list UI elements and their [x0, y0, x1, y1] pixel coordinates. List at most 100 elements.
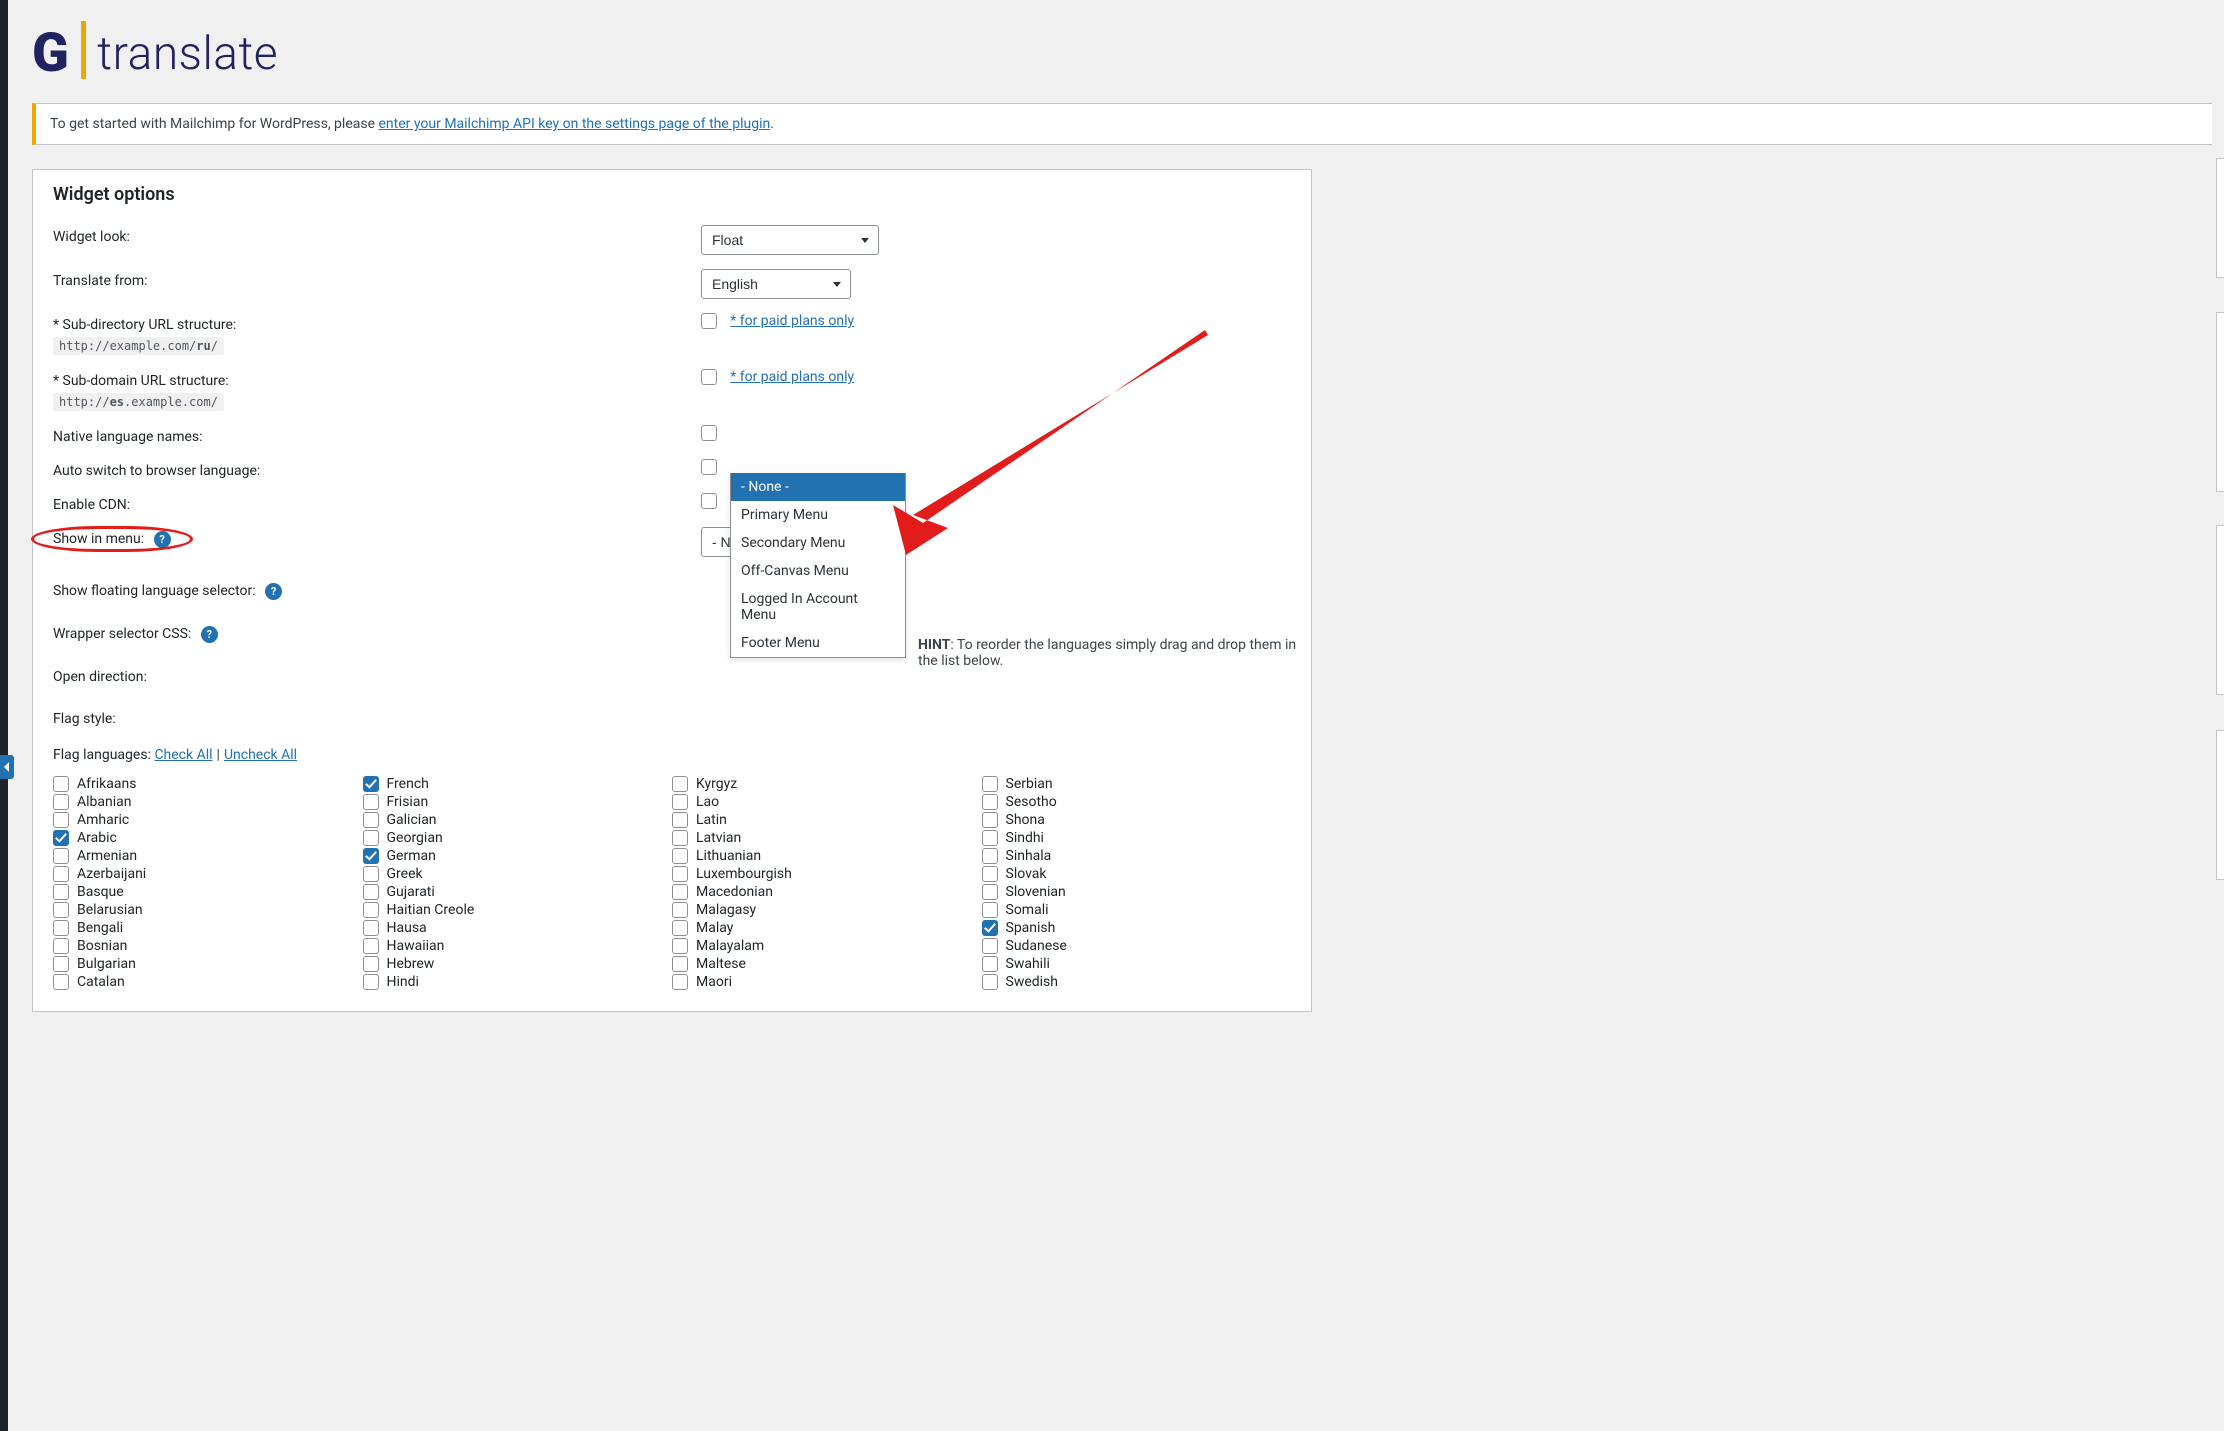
language-checkbox[interactable] [982, 974, 998, 990]
notice-settings-link[interactable]: enter your Mailchimp API key on the sett… [379, 116, 771, 132]
help-icon[interactable]: ? [201, 626, 218, 643]
language-checkbox[interactable] [672, 938, 688, 954]
language-checkbox[interactable] [363, 776, 379, 792]
language-checkbox[interactable] [53, 902, 69, 918]
language-checkbox[interactable] [982, 884, 998, 900]
link-check-all[interactable]: Check All [154, 747, 212, 763]
language-item[interactable]: Sesotho [982, 793, 1292, 811]
language-checkbox[interactable] [53, 956, 69, 972]
menu-option[interactable]: Primary Menu [731, 501, 905, 529]
language-item[interactable]: Slovak [982, 865, 1292, 883]
language-checkbox[interactable] [363, 884, 379, 900]
language-item[interactable]: Haitian Creole [363, 901, 673, 919]
language-item[interactable]: Spanish [982, 919, 1292, 937]
help-icon[interactable]: ? [154, 531, 171, 548]
menu-option[interactable]: Secondary Menu [731, 529, 905, 557]
language-item[interactable]: Catalan [53, 973, 363, 991]
language-item[interactable]: Bengali [53, 919, 363, 937]
language-checkbox[interactable] [982, 848, 998, 864]
language-checkbox[interactable] [672, 884, 688, 900]
language-checkbox[interactable] [982, 830, 998, 846]
language-checkbox[interactable] [363, 902, 379, 918]
language-checkbox[interactable] [363, 830, 379, 846]
language-item[interactable]: Belarusian [53, 901, 363, 919]
language-item[interactable]: Lao [672, 793, 982, 811]
menu-option[interactable]: - None - [731, 473, 905, 501]
menu-option[interactable]: Logged In Account Menu [731, 585, 905, 629]
language-item[interactable]: Greek [363, 865, 673, 883]
language-item[interactable]: Latvian [672, 829, 982, 847]
language-checkbox[interactable] [53, 830, 69, 846]
checkbox-subdir[interactable] [701, 313, 717, 329]
link-uncheck-all[interactable]: Uncheck All [224, 747, 297, 763]
language-checkbox[interactable] [672, 848, 688, 864]
language-checkbox[interactable] [363, 974, 379, 990]
language-checkbox[interactable] [672, 830, 688, 846]
language-checkbox[interactable] [982, 902, 998, 918]
language-item[interactable]: Sindhi [982, 829, 1292, 847]
language-item[interactable]: Swahili [982, 955, 1292, 973]
language-item[interactable]: Bosnian [53, 937, 363, 955]
menu-option[interactable]: Footer Menu [731, 629, 905, 657]
language-item[interactable]: Shona [982, 811, 1292, 829]
language-item[interactable]: Galician [363, 811, 673, 829]
language-item[interactable]: Hebrew [363, 955, 673, 973]
link-paid-plans-subdir[interactable]: * for paid plans only [730, 313, 854, 329]
language-checkbox[interactable] [672, 902, 688, 918]
language-item[interactable]: Kyrgyz [672, 775, 982, 793]
language-item[interactable]: Hindi [363, 973, 673, 991]
language-checkbox[interactable] [672, 956, 688, 972]
language-checkbox[interactable] [672, 866, 688, 882]
language-checkbox[interactable] [53, 866, 69, 882]
language-checkbox[interactable] [672, 794, 688, 810]
language-item[interactable]: Malagasy [672, 901, 982, 919]
menu-option[interactable]: Off-Canvas Menu [731, 557, 905, 585]
language-item[interactable]: Armenian [53, 847, 363, 865]
language-checkbox[interactable] [363, 848, 379, 864]
language-checkbox[interactable] [672, 974, 688, 990]
language-item[interactable]: Hawaiian [363, 937, 673, 955]
select-widget-look[interactable]: Float [701, 225, 879, 255]
language-checkbox[interactable] [672, 812, 688, 828]
language-checkbox[interactable] [672, 776, 688, 792]
language-item[interactable]: Afrikaans [53, 775, 363, 793]
language-checkbox[interactable] [53, 812, 69, 828]
language-item[interactable]: Maltese [672, 955, 982, 973]
language-item[interactable]: Gujarati [363, 883, 673, 901]
language-item[interactable]: Somali [982, 901, 1292, 919]
language-checkbox[interactable] [672, 920, 688, 936]
collapse-sidebar-button[interactable] [0, 755, 14, 779]
language-item[interactable]: Macedonian [672, 883, 982, 901]
language-item[interactable]: Slovenian [982, 883, 1292, 901]
language-checkbox[interactable] [53, 974, 69, 990]
language-item[interactable]: Malayalam [672, 937, 982, 955]
language-item[interactable]: Malay [672, 919, 982, 937]
select-translate-from[interactable]: English [701, 269, 851, 299]
language-checkbox[interactable] [363, 938, 379, 954]
language-checkbox[interactable] [363, 920, 379, 936]
language-item[interactable]: Lithuanian [672, 847, 982, 865]
language-item[interactable]: Luxembourgish [672, 865, 982, 883]
language-item[interactable]: German [363, 847, 673, 865]
language-checkbox[interactable] [53, 938, 69, 954]
language-checkbox[interactable] [982, 776, 998, 792]
language-item[interactable]: Azerbaijani [53, 865, 363, 883]
language-item[interactable]: Serbian [982, 775, 1292, 793]
language-checkbox[interactable] [53, 920, 69, 936]
language-checkbox[interactable] [982, 794, 998, 810]
language-item[interactable]: Albanian [53, 793, 363, 811]
language-item[interactable]: Amharic [53, 811, 363, 829]
language-checkbox[interactable] [363, 794, 379, 810]
language-item[interactable]: Sudanese [982, 937, 1292, 955]
language-item[interactable]: Sinhala [982, 847, 1292, 865]
language-item[interactable]: Swedish [982, 973, 1292, 991]
checkbox-subdom[interactable] [701, 369, 717, 385]
language-checkbox[interactable] [982, 956, 998, 972]
language-item[interactable]: French [363, 775, 673, 793]
language-item[interactable]: Bulgarian [53, 955, 363, 973]
language-item[interactable]: Maori [672, 973, 982, 991]
language-checkbox[interactable] [53, 794, 69, 810]
help-icon[interactable]: ? [265, 583, 282, 600]
checkbox-native[interactable] [701, 425, 717, 441]
language-checkbox[interactable] [53, 776, 69, 792]
